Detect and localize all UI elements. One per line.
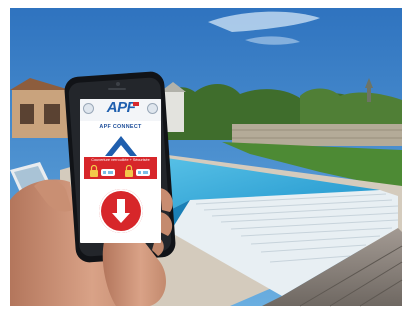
front-camera <box>116 82 120 86</box>
arrow-down-icon <box>112 199 130 223</box>
settings-icon[interactable] <box>83 103 94 114</box>
logo-accent <box>133 102 139 106</box>
close-cover-button[interactable] <box>99 189 143 233</box>
status-text: Couverture verrouillée + Sécurisée <box>91 158 150 162</box>
app-header: APF <box>80 99 161 121</box>
pool-scene-photo <box>0 0 412 314</box>
app-screen: APF APF CONNECT Couverture verrouillée +… <box>80 99 161 243</box>
status-panel: Couverture verrouillée + Sécurisée <box>84 157 157 179</box>
stone-wall <box>232 124 402 146</box>
open-cover-button[interactable] <box>102 132 140 158</box>
chevron-up-icon <box>105 136 137 156</box>
earpiece <box>108 88 126 90</box>
app-subtitle: APF CONNECT <box>99 124 142 130</box>
info-icon[interactable] <box>147 103 158 114</box>
church-spire <box>367 86 371 102</box>
padlock-icon <box>90 165 115 177</box>
padlock-icon <box>125 165 150 177</box>
